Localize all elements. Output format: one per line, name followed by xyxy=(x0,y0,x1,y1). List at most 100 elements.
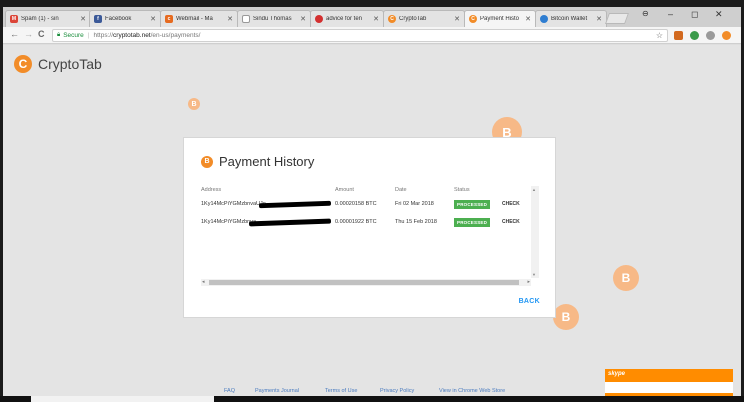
close-tab-icon[interactable]: ✕ xyxy=(525,15,531,23)
tab-label: Sindu Thomas xyxy=(253,16,292,22)
payment-date: Fri 02 Mar 2018 xyxy=(395,201,434,207)
skype-logo: skype xyxy=(608,371,626,377)
maximize-button[interactable]: ◻ xyxy=(691,9,698,20)
close-tab-icon[interactable]: ✕ xyxy=(300,15,306,23)
redaction-mark xyxy=(248,218,332,227)
reload-icon[interactable]: C xyxy=(38,29,45,39)
address-bar[interactable]: 🔒︎ Secure | https:// cryptotab.net /en-u… xyxy=(52,29,668,42)
tab-label: Bitcoin Wallet xyxy=(551,16,588,22)
payment-history-card: B Payment History Address Amount Date St… xyxy=(183,137,556,318)
tab-label: Facebook xyxy=(105,16,132,22)
table-row: 1Ky14McPiYGMzbnva 0.00001922 BTC Thu 15 … xyxy=(201,217,531,227)
column-header-amount: Amount xyxy=(335,187,354,193)
close-tab-icon[interactable]: ✕ xyxy=(227,15,233,23)
back-arrow-icon[interactable]: ← xyxy=(10,29,19,39)
bookmark-star-icon[interactable]: ☆ xyxy=(656,31,663,40)
close-window-button[interactable]: ✕ xyxy=(715,9,723,20)
tab-facebook[interactable]: f Facebook ✕ xyxy=(89,10,161,27)
tab-strip: M Spam (1) - sin ✕ f Facebook ✕ c Webmai… xyxy=(3,7,741,27)
cryptotab-icon: C xyxy=(469,15,477,23)
status-badge: PROCESSED xyxy=(454,218,491,227)
footer-link-privacy[interactable]: Privacy Policy xyxy=(380,388,414,394)
footer-link-chrome-store[interactable]: View in Chrome Web Store xyxy=(439,388,505,394)
close-tab-icon[interactable]: ✕ xyxy=(596,15,602,23)
new-tab-button[interactable] xyxy=(604,13,630,24)
footer-link-faq[interactable]: FAQ xyxy=(224,388,235,394)
document-icon xyxy=(242,15,250,23)
tab-bitcoin-wallet[interactable]: Bitcoin Wallet ✕ xyxy=(535,10,607,27)
taskbar-window[interactable] xyxy=(31,396,214,402)
tab-sindu-thomas[interactable]: Sindu Thomas ✕ xyxy=(237,10,311,27)
profile-icon[interactable]: ⊖ xyxy=(642,9,649,18)
status-badge: PROCESSED xyxy=(454,200,491,209)
brand-header[interactable]: C CryptoTab xyxy=(14,55,102,73)
check-link[interactable]: CHECK xyxy=(502,219,520,225)
page-title: Payment History xyxy=(219,154,315,169)
browser-toolbar: ← → C 🔒︎ Secure | https:// cryptotab.net… xyxy=(3,27,741,44)
shield-icon xyxy=(315,15,323,23)
footer-link-terms[interactable]: Terms of Use xyxy=(325,388,357,394)
horizontal-scrollbar[interactable]: ◂ ▸ xyxy=(201,279,531,286)
bitcoin-coin-icon: B xyxy=(553,304,579,330)
tab-label: Spam (1) - sin xyxy=(21,16,59,22)
close-tab-icon[interactable]: ✕ xyxy=(150,15,156,23)
check-link[interactable]: CHECK xyxy=(502,201,520,207)
page-content: C CryptoTab B B B B B Payment History Ad… xyxy=(3,45,741,396)
url-path: /en-us/payments/ xyxy=(150,32,201,39)
column-header-status: Status xyxy=(454,187,470,193)
card-title: B Payment History xyxy=(201,154,314,169)
skype-notification[interactable]: skype xyxy=(605,369,733,396)
secure-label: Secure xyxy=(63,32,84,39)
taskbar xyxy=(0,396,744,402)
tab-webmail[interactable]: c Webmail - Ma ✕ xyxy=(160,10,238,27)
divider: | xyxy=(87,32,90,39)
bitcoin-coin-icon: B xyxy=(188,98,200,110)
wallet-address: 1Ky14McPiYGMzbnvaUJo xyxy=(201,201,266,207)
redaction-mark xyxy=(258,200,332,209)
close-tab-icon[interactable]: ✕ xyxy=(454,15,460,23)
forward-arrow-icon[interactable]: → xyxy=(24,29,33,39)
scroll-right-arrow-icon[interactable]: ▸ xyxy=(527,279,530,285)
bitcoin-coin-icon: B xyxy=(613,265,639,291)
footer-link-payments-journal[interactable]: Payments Journal xyxy=(255,388,299,394)
cpanel-icon: c xyxy=(165,15,173,23)
tab-gmail[interactable]: M Spam (1) - sin ✕ xyxy=(5,10,91,27)
tab-label: Payment Histo xyxy=(480,16,520,22)
extension-g-icon[interactable] xyxy=(690,31,699,40)
bitcoin-icon: B xyxy=(201,155,213,168)
scroll-down-arrow-icon[interactable]: ▼ xyxy=(532,272,536,277)
extension-gray-icon[interactable] xyxy=(706,31,715,40)
tab-advice[interactable]: advice for ten ✕ xyxy=(310,10,384,27)
close-tab-icon[interactable]: ✕ xyxy=(373,15,379,23)
url-scheme: https:// xyxy=(93,32,114,39)
payment-amount: 0.00020158 BTC xyxy=(335,201,377,207)
vertical-scrollbar[interactable]: ▲ ▼ xyxy=(531,186,539,278)
scroll-up-arrow-icon[interactable]: ▲ xyxy=(532,187,536,192)
facebook-icon: f xyxy=(94,15,102,23)
tab-payment-history[interactable]: C Payment Histo ✕ xyxy=(464,10,536,27)
brand-name: CryptoTab xyxy=(38,56,102,72)
wallet-address: 1Ky14McPiYGMzbnva xyxy=(201,219,257,225)
column-header-address: Address xyxy=(201,187,222,193)
browser-window: M Spam (1) - sin ✕ f Facebook ✕ c Webmai… xyxy=(3,7,741,396)
minimize-button[interactable]: – xyxy=(668,9,673,19)
payment-date: Thu 15 Feb 2018 xyxy=(395,219,437,225)
extension-m-icon[interactable] xyxy=(674,31,683,40)
column-header-date: Date xyxy=(395,187,407,193)
payment-amount: 0.00001922 BTC xyxy=(335,219,377,225)
tab-cryptotab[interactable]: C CryptoTab ✕ xyxy=(383,10,465,27)
url-host: cryptotab.net xyxy=(113,32,151,39)
close-tab-icon[interactable]: ✕ xyxy=(80,15,86,23)
cryptotab-icon: C xyxy=(388,15,396,23)
tab-label: CryptoTab xyxy=(399,16,427,22)
extension-cryptotab-icon[interactable] xyxy=(722,31,731,40)
scrollbar-thumb[interactable] xyxy=(209,280,519,285)
table-row: 1Ky14McPiYGMzbnvaUJo 0.00020158 BTC Fri … xyxy=(201,199,531,209)
lock-icon: 🔒︎ xyxy=(57,32,61,38)
tab-label: advice for ten xyxy=(326,16,363,22)
bitcoin-wallet-icon xyxy=(540,15,548,23)
scroll-left-arrow-icon[interactable]: ◂ xyxy=(202,279,205,285)
tab-label: Webmail - Ma xyxy=(176,16,213,22)
back-button[interactable]: BACK xyxy=(519,298,540,305)
cryptotab-logo-icon: C xyxy=(14,55,32,73)
